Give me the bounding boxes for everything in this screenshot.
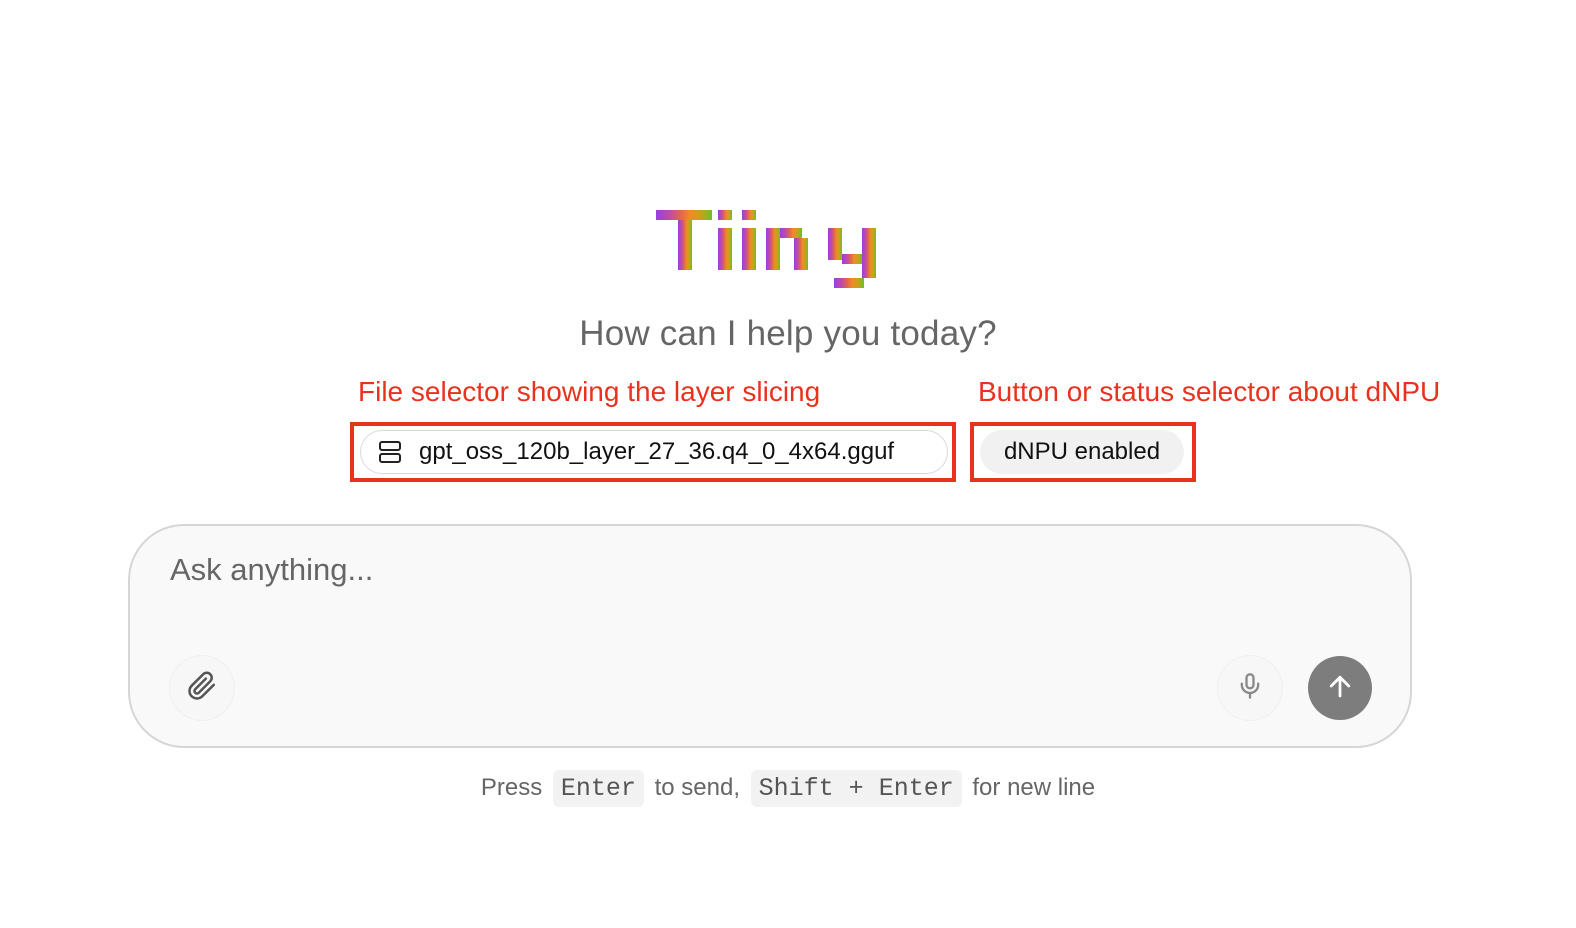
send-button[interactable] [1308, 656, 1372, 720]
page: How can I help you today? File selector … [0, 0, 1576, 928]
paperclip-icon [187, 671, 217, 706]
hint-press: Press [480, 774, 543, 801]
attach-button[interactable] [170, 656, 234, 720]
annotation-dnpu-label: Button or status selector about dNPU [978, 376, 1441, 407]
chat-composer [128, 524, 1412, 748]
message-input[interactable] [170, 552, 1350, 612]
model-file-selector[interactable]: gpt_oss_120b_layer_27_36.q4_0_4x64.gguf [360, 430, 948, 474]
model-file-name: gpt_oss_120b_layer_27_36.q4_0_4x64.gguf [419, 438, 895, 465]
server-icon [377, 439, 403, 465]
keyboard-hint: Press Enter to send, Shift + Enter for n… [0, 770, 1576, 807]
tiiny-logo-graphic [656, 210, 876, 288]
hint-for-new-line: for new line [972, 774, 1096, 801]
greeting-heading: How can I help you today? [579, 314, 997, 353]
hint-key-shift-enter: Shift + Enter [750, 770, 962, 807]
microphone-icon [1236, 672, 1264, 705]
dnpu-status-button[interactable]: dNPU enabled [980, 430, 1184, 474]
hint-key-enter: Enter [552, 770, 644, 807]
microphone-button[interactable] [1218, 656, 1282, 720]
hint-to-send: to send, [654, 774, 740, 801]
annotation-file-selector-label: File selector showing the layer slicing [358, 376, 821, 407]
tiiny-logo [656, 210, 886, 296]
arrow-up-icon [1325, 671, 1355, 706]
